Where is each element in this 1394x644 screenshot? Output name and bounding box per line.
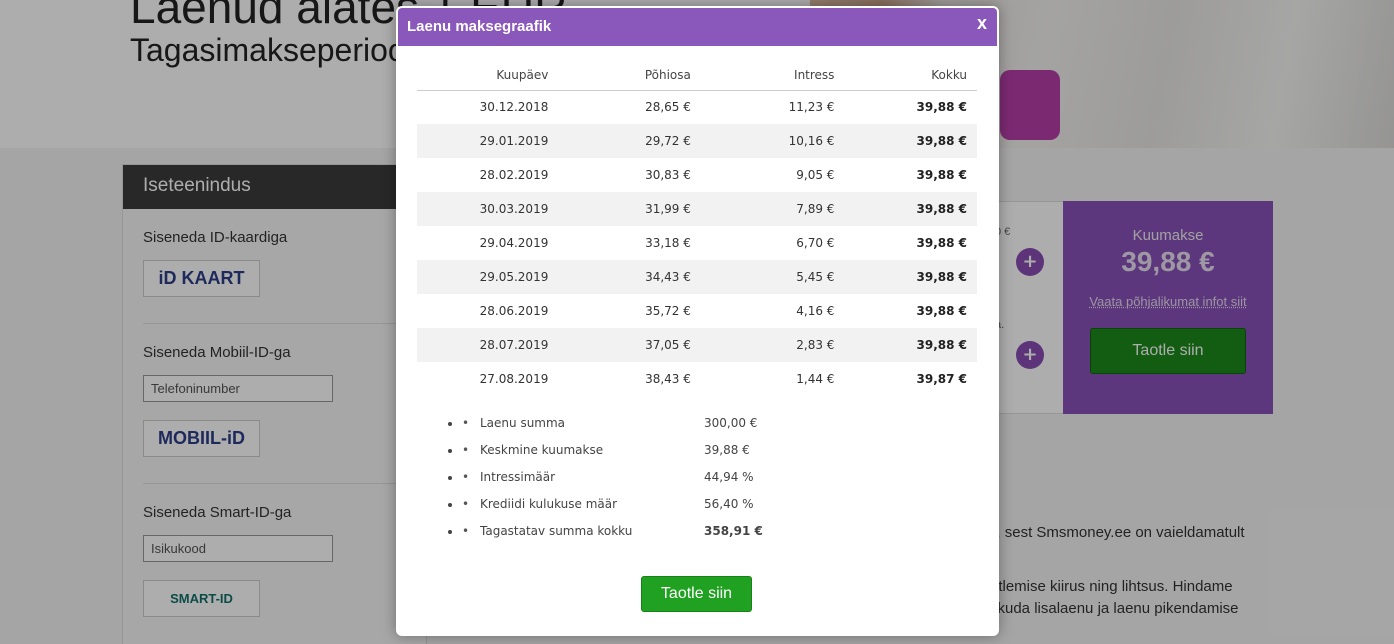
column-header-total: Kokku (931, 68, 967, 82)
interest-cell: 2,83 € (796, 338, 835, 352)
summary-label: Tagastatav summa kokku (480, 524, 633, 538)
table-row: 28.07.2019 37,05 € 2,83 € 39,88 € (417, 328, 977, 362)
column-header-principal: Põhiosa (644, 68, 691, 82)
list-item: Tagastatav summa kokku 358,91 € (462, 524, 822, 551)
modal-title: Laenu maksegraafik (407, 18, 552, 35)
interest-cell: 10,16 € (788, 134, 835, 148)
date-cell: 30.03.2019 (479, 202, 549, 216)
date-cell: 29.01.2019 (479, 134, 549, 148)
table-row: 28.02.2019 30,83 € 9,05 € 39,88 € (417, 158, 977, 192)
summary-value: 358,91 € (704, 524, 763, 538)
interest-cell: 5,45 € (796, 270, 835, 284)
table-row: 28.06.2019 35,72 € 4,16 € 39,88 € (417, 294, 977, 328)
loan-summary-list: Laenu summa 300,00 € Keskmine kuumakse 39,… (462, 416, 822, 551)
interest-cell: 6,70 € (796, 236, 835, 250)
principal-cell: 31,99 € (645, 202, 691, 216)
total-cell: 39,88 € (916, 338, 967, 352)
principal-cell: 29,72 € (645, 134, 691, 148)
total-cell: 39,88 € (916, 304, 967, 318)
total-cell: 39,88 € (916, 100, 967, 115)
summary-label: Keskmine kuumakse (480, 443, 604, 457)
table-row: 29.05.2019 34,43 € 5,45 € 39,88 € (417, 260, 977, 294)
list-item: Krediidi kulukuse määr 56,40 % (462, 497, 822, 524)
table-header-row: Kuupäev Põhiosa Intress Kokku (417, 66, 977, 90)
principal-cell: 34,43 € (645, 270, 691, 284)
summary-value: 56,40 % (704, 497, 754, 511)
close-icon[interactable]: x (977, 13, 987, 34)
summary-label: Intressimäär (480, 470, 556, 484)
interest-cell: 1,44 € (796, 372, 835, 386)
principal-cell: 38,43 € (645, 372, 691, 386)
table-row: 29.04.2019 33,18 € 6,70 € 39,88 € (417, 226, 977, 260)
total-cell: 39,88 € (916, 168, 967, 182)
total-cell: 39,87 € (916, 372, 967, 386)
interest-cell: 9,05 € (796, 168, 835, 182)
table-row: 27.08.2019 38,43 € 1,44 € 39,87 € (417, 362, 977, 396)
date-cell: 29.05.2019 (479, 270, 549, 284)
date-cell: 28.02.2019 (479, 168, 549, 182)
summary-label: Krediidi kulukuse määr (480, 497, 618, 511)
interest-cell: 4,16 € (796, 304, 835, 318)
interest-cell: 7,89 € (796, 202, 835, 216)
table-row: 29.01.2019 29,72 € 10,16 € 39,88 € (417, 124, 977, 158)
column-header-interest: Intress (794, 68, 835, 82)
summary-value: 300,00 € (704, 416, 758, 430)
date-cell: 30.12.2018 (479, 100, 549, 115)
total-cell: 39,88 € (916, 202, 967, 216)
list-item: Laenu summa 300,00 € (462, 416, 822, 443)
principal-cell: 30,83 € (645, 168, 691, 182)
total-cell: 39,88 € (916, 236, 967, 250)
principal-cell: 28,65 € (645, 100, 691, 115)
total-cell: 39,88 € (916, 134, 967, 148)
modal-header: Laenu maksegraafik x (398, 8, 997, 46)
principal-cell: 35,72 € (645, 304, 691, 318)
summary-value: 44,94 % (704, 470, 754, 484)
date-cell: 29.04.2019 (479, 236, 549, 250)
modal-apply-button[interactable]: Taotle siin (641, 576, 752, 612)
payment-schedule-table: Kuupäev Põhiosa Intress Kokku 30.12.2018… (417, 66, 977, 396)
payment-schedule-modal: Laenu maksegraafik x Kuupäev Põhiosa Int… (396, 6, 999, 636)
principal-cell: 37,05 € (645, 338, 691, 352)
total-cell: 39,88 € (916, 270, 967, 284)
column-header-date: Kuupäev (496, 68, 549, 82)
date-cell: 28.06.2019 (479, 304, 549, 318)
table-row: 30.03.2019 31,99 € 7,89 € 39,88 € (417, 192, 977, 226)
summary-label: Laenu summa (480, 416, 566, 430)
interest-cell: 11,23 € (788, 100, 835, 115)
principal-cell: 33,18 € (645, 236, 691, 250)
list-item: Intressimäär 44,94 % (462, 470, 822, 497)
date-cell: 27.08.2019 (479, 372, 549, 386)
summary-value: 39,88 € (704, 443, 750, 457)
table-row: 30.12.2018 28,65 € 11,23 € 39,88 € (417, 90, 977, 124)
date-cell: 28.07.2019 (479, 338, 549, 352)
list-item: Keskmine kuumakse 39,88 € (462, 443, 822, 470)
